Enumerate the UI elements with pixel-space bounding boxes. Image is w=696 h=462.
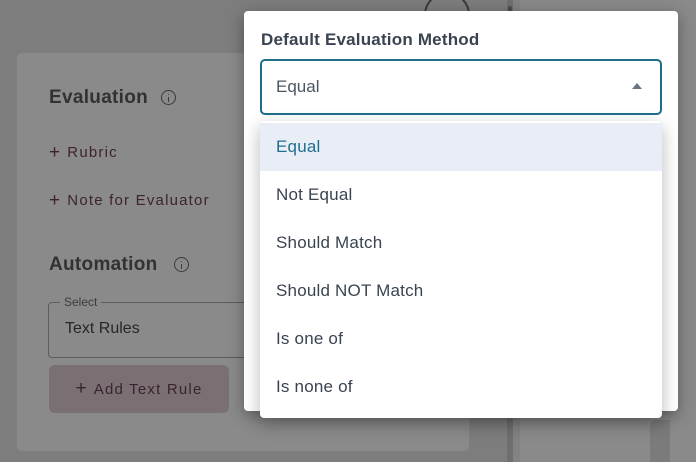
plus-icon: + xyxy=(49,190,62,211)
add-note-link[interactable]: + Note for Evaluator xyxy=(49,189,210,211)
option-equal[interactable]: Equal xyxy=(260,123,662,171)
add-text-rule-button[interactable]: + Add Text Rule xyxy=(49,365,229,413)
caret-up-icon[interactable] xyxy=(632,83,642,89)
evaluation-method-dropdown: Equal Not Equal Should Match Should NOT … xyxy=(260,121,662,418)
right-card-edge xyxy=(650,420,670,462)
evaluation-info-icon[interactable] xyxy=(161,90,176,105)
add-rubric-link[interactable]: + Rubric xyxy=(49,141,118,163)
option-not-equal[interactable]: Not Equal xyxy=(260,171,662,219)
automation-heading: Automation xyxy=(49,254,158,275)
add-rubric-label: Rubric xyxy=(67,144,118,161)
option-should-not-match[interactable]: Should NOT Match xyxy=(260,267,662,315)
plus-icon: + xyxy=(75,378,88,399)
automation-info-icon[interactable] xyxy=(174,257,189,272)
option-is-none-of[interactable]: Is none of xyxy=(260,363,662,411)
automation-select-legend: Select xyxy=(60,295,102,309)
add-text-rule-label: Add Text Rule xyxy=(93,380,203,398)
evaluation-method-select-value: Equal xyxy=(276,77,320,96)
automation-select-value: Text Rules xyxy=(65,320,140,337)
evaluation-method-select[interactable] xyxy=(260,59,662,115)
plus-icon: + xyxy=(49,142,62,163)
evaluation-heading: Evaluation xyxy=(49,87,149,108)
add-note-label: Note for Evaluator xyxy=(67,192,210,209)
option-is-one-of[interactable]: Is one of xyxy=(260,315,662,363)
option-should-match[interactable]: Should Match xyxy=(260,219,662,267)
popover-title: Default Evaluation Method xyxy=(261,30,480,49)
